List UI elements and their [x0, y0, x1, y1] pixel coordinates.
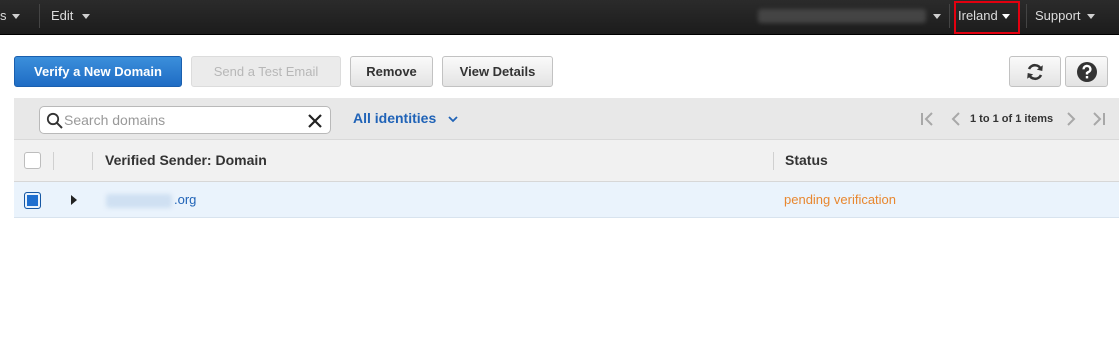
- select-all-checkbox[interactable]: [24, 152, 41, 169]
- chevron-down-icon: [933, 14, 941, 20]
- verify-new-domain-label: Verify a New Domain: [34, 64, 162, 79]
- remove-button[interactable]: Remove: [350, 56, 433, 87]
- clear-search-icon[interactable]: [307, 113, 323, 129]
- edit-menu[interactable]: Edit: [51, 0, 91, 35]
- column-header-status[interactable]: Status: [785, 140, 828, 182]
- search-box: [39, 106, 331, 134]
- nav-divider: [1026, 4, 1027, 28]
- column-divider: [53, 152, 54, 170]
- column-divider: [92, 152, 93, 170]
- filter-bar: All identities 1 to 1 of 1 items: [14, 98, 1119, 140]
- verify-new-domain-button[interactable]: Verify a New Domain: [14, 56, 182, 87]
- account-name-redacted[interactable]: [758, 9, 926, 23]
- row-checkbox[interactable]: [24, 192, 41, 209]
- support-menu[interactable]: Support: [1035, 0, 1095, 35]
- last-page-icon[interactable]: [1091, 112, 1107, 126]
- first-page-icon[interactable]: [920, 112, 936, 126]
- column-divider: [773, 152, 774, 170]
- chevron-down-icon: [448, 116, 458, 123]
- region-highlight-box: [954, 1, 1020, 34]
- identities-filter-dropdown[interactable]: All identities: [353, 110, 458, 126]
- next-page-icon[interactable]: [1065, 112, 1077, 126]
- domain-link[interactable]: .org: [174, 192, 196, 207]
- help-button[interactable]: [1065, 56, 1108, 87]
- send-test-email-button[interactable]: Send a Test Email: [191, 56, 341, 87]
- chevron-down-icon: [11, 14, 20, 20]
- table-row[interactable]: .org pending verification: [14, 182, 1119, 218]
- top-navigation-bar: s Edit Ireland Support: [0, 0, 1119, 35]
- identities-filter-label: All identities: [353, 110, 437, 126]
- view-details-label: View Details: [459, 64, 536, 79]
- nav-divider: [39, 4, 40, 28]
- pagination-text: 1 to 1 of 1 items: [970, 113, 1054, 125]
- domain-name-redacted: [106, 194, 172, 208]
- view-details-button[interactable]: View Details: [442, 56, 553, 87]
- services-menu[interactable]: s: [0, 0, 20, 35]
- help-icon: [1076, 62, 1097, 82]
- chevron-down-icon: [1086, 14, 1095, 20]
- refresh-icon: [1027, 63, 1043, 81]
- nav-divider: [949, 4, 950, 28]
- edit-menu-label: Edit: [51, 8, 74, 23]
- previous-page-icon[interactable]: [950, 112, 962, 126]
- account-menu-caret[interactable]: [928, 0, 941, 35]
- send-test-email-label: Send a Test Email: [213, 64, 319, 79]
- column-header-domain[interactable]: Verified Sender: Domain: [105, 140, 267, 182]
- search-input[interactable]: [64, 110, 304, 130]
- table-header: Verified Sender: Domain Status: [14, 140, 1119, 182]
- search-icon: [46, 112, 63, 129]
- status-text: pending verification: [784, 192, 897, 207]
- chevron-down-icon: [82, 14, 91, 20]
- refresh-button[interactable]: [1009, 56, 1061, 87]
- services-menu-label: s: [0, 8, 7, 23]
- support-menu-label: Support: [1035, 8, 1081, 23]
- remove-label: Remove: [366, 64, 417, 79]
- expand-row-icon[interactable]: [69, 194, 79, 206]
